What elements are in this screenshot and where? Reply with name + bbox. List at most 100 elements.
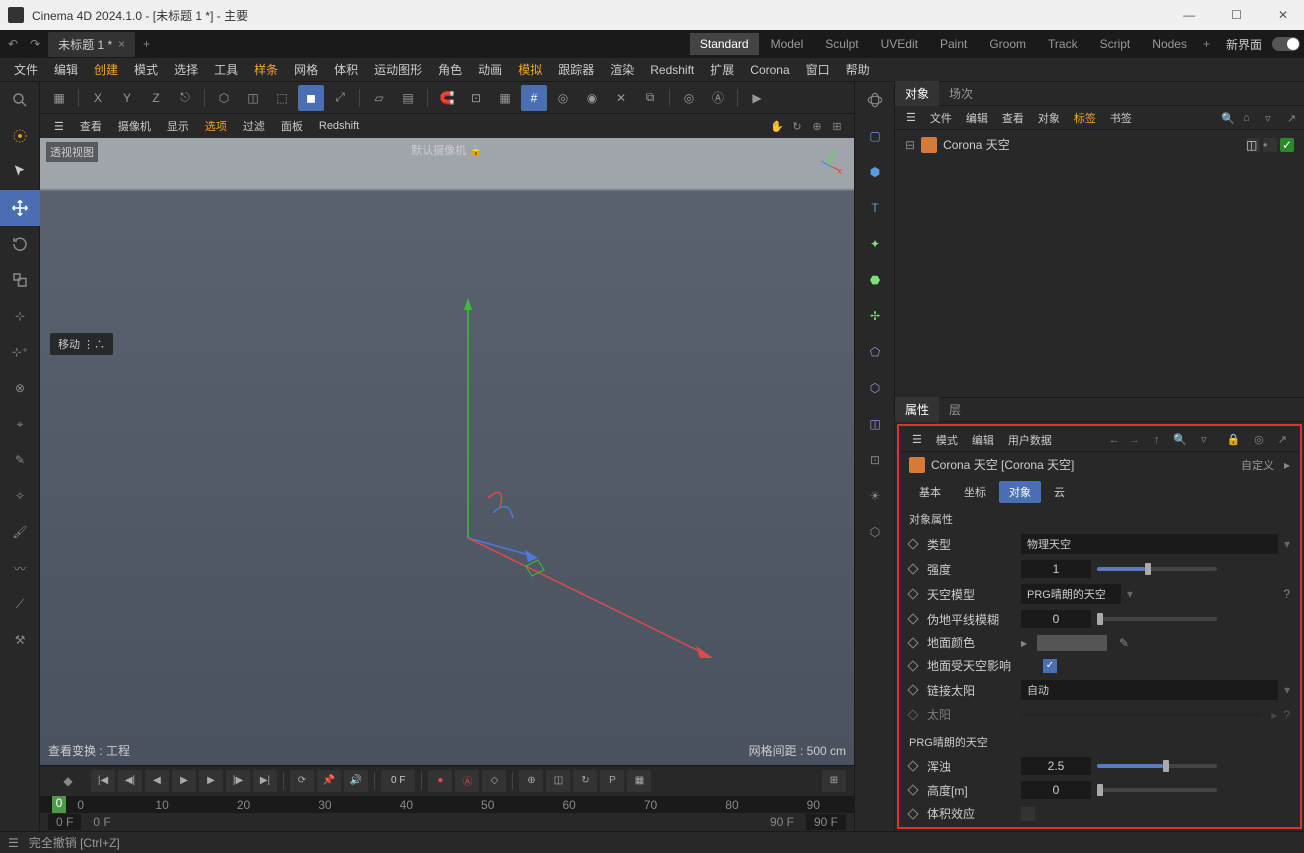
tab-takes[interactable]: 场次: [939, 81, 983, 106]
butterfly-icon[interactable]: ✕: [608, 85, 634, 111]
camera-icon[interactable]: ⊡: [855, 442, 895, 478]
am-edit[interactable]: 编辑: [967, 430, 999, 450]
keyframe-diamond[interactable]: [907, 538, 918, 549]
pla-icon[interactable]: ▦: [627, 770, 651, 792]
newui-toggle[interactable]: [1272, 37, 1300, 51]
intensity-slider[interactable]: [1097, 567, 1217, 571]
param-key-icon[interactable]: P: [600, 770, 624, 792]
search-icon[interactable]: 🔍: [1216, 110, 1232, 126]
model-mode-icon[interactable]: [855, 82, 895, 118]
spline-pen-icon[interactable]: ✎: [0, 442, 40, 478]
hexagon-icon[interactable]: ⬡: [211, 85, 237, 111]
new-icon[interactable]: ◎: [1249, 431, 1269, 448]
search-icon[interactable]: [0, 82, 40, 118]
next-frame-icon[interactable]: ▶: [199, 770, 223, 792]
menu-mesh[interactable]: 网格: [288, 58, 324, 81]
render-settings-icon[interactable]: Ⓐ: [705, 85, 731, 111]
tab-objects[interactable]: 对象: [895, 81, 939, 106]
skymodel-dropdown[interactable]: PRG晴朗的天空: [1021, 584, 1121, 604]
hamburger-icon[interactable]: ☰: [901, 109, 921, 126]
menu-character[interactable]: 角色: [432, 58, 468, 81]
nav-fwd-icon[interactable]: →: [1124, 432, 1145, 448]
layout-standard[interactable]: Standard: [690, 33, 759, 55]
om-objects[interactable]: 对象: [1033, 108, 1065, 128]
vpm-display[interactable]: 显示: [161, 116, 195, 136]
rotate-tool-icon[interactable]: [0, 226, 40, 262]
enable-tag[interactable]: ✓: [1280, 138, 1294, 152]
coord-icon[interactable]: ⌖: [0, 406, 40, 442]
close-icon[interactable]: ×: [118, 37, 125, 51]
menu-render[interactable]: 渲染: [604, 58, 640, 81]
spline-tool-icon[interactable]: ✧: [0, 478, 40, 514]
keyframe-diamond[interactable]: [907, 588, 918, 599]
autokey-icon[interactable]: Ⓐ: [455, 770, 479, 792]
altitude-value[interactable]: 0: [1021, 781, 1091, 799]
range-end[interactable]: 90 F: [806, 814, 846, 830]
layout-uvedit[interactable]: UVEdit: [871, 33, 928, 55]
cube-outline-icon[interactable]: ◫: [240, 85, 266, 111]
ground-sky-checkbox[interactable]: ✓: [1043, 659, 1057, 673]
menu-tracker[interactable]: 跟踪器: [552, 58, 600, 81]
prev-frame-icon[interactable]: ◀: [145, 770, 169, 792]
horizon-value[interactable]: 0: [1021, 610, 1091, 628]
home-icon[interactable]: ⌂: [1238, 110, 1254, 126]
vpm-filter[interactable]: 过滤: [237, 116, 271, 136]
eyedropper-icon[interactable]: ✎: [1119, 636, 1129, 650]
tool2-icon[interactable]: ⊹⁺: [0, 334, 40, 370]
layer-dot[interactable]: •: [1263, 138, 1277, 152]
scale-btn-icon[interactable]: ⤢: [327, 85, 353, 111]
sun-link-field[interactable]: [1021, 713, 1261, 717]
generator-icon[interactable]: ⬣: [855, 262, 895, 298]
sound-icon[interactable]: 🔊: [344, 770, 368, 792]
layout-sculpt[interactable]: Sculpt: [815, 33, 868, 55]
move-tool-icon[interactable]: [0, 190, 40, 226]
menu-volume[interactable]: 体积: [328, 58, 364, 81]
keyframe-diamond[interactable]: [907, 808, 918, 819]
attr-tab-cloud[interactable]: 云: [1044, 481, 1075, 503]
menu-help[interactable]: 帮助: [840, 58, 876, 81]
range-start[interactable]: 0 F: [48, 814, 81, 830]
line-cut-icon[interactable]: ⟋: [0, 586, 40, 622]
altitude-slider[interactable]: [1097, 788, 1217, 792]
tag-icon[interactable]: ⬡: [855, 514, 895, 550]
ground-color-swatch[interactable]: [1037, 635, 1107, 651]
key-icon[interactable]: ◆: [48, 768, 88, 794]
poly-icon2[interactable]: ⬡: [855, 370, 895, 406]
vp-rotate-icon[interactable]: ↻: [788, 117, 806, 135]
menu-simulate[interactable]: 模拟: [512, 58, 548, 81]
light-icon[interactable]: ✦: [855, 226, 895, 262]
cube-wireframe-icon[interactable]: ⬚: [269, 85, 295, 111]
document-tab[interactable]: 未标题 1 * ×: [48, 32, 135, 57]
poly-icon[interactable]: ⬠: [855, 334, 895, 370]
target2-icon[interactable]: ◉: [579, 85, 605, 111]
quantize-icon[interactable]: ⊡: [463, 85, 489, 111]
popout-icon[interactable]: ↗: [1282, 110, 1298, 126]
rect-icon[interactable]: ▢: [855, 118, 895, 154]
hamburger-icon[interactable]: ☰: [907, 431, 927, 448]
om-tags[interactable]: 标签: [1069, 108, 1101, 128]
current-frame-field[interactable]: 0 F: [381, 770, 415, 792]
object-item-corona-sky[interactable]: ⊟ Corona 天空 ◫ • ✓: [901, 134, 1298, 155]
workplane-icon[interactable]: ▱: [366, 85, 392, 111]
keyframe-diamond[interactable]: [907, 660, 918, 671]
marker-icon[interactable]: 📌: [317, 770, 341, 792]
nav-back-icon[interactable]: ←: [1104, 432, 1120, 448]
add-layout-button[interactable]: +: [1199, 33, 1214, 55]
next-key-icon[interactable]: |▶: [226, 770, 250, 792]
layout-track[interactable]: Track: [1038, 33, 1088, 55]
turbidity-slider[interactable]: [1097, 764, 1217, 768]
asset-browser-icon[interactable]: ▦: [46, 85, 72, 111]
search-icon[interactable]: 🔍: [1168, 431, 1192, 448]
link-arrow-icon[interactable]: ▸: [1271, 708, 1277, 722]
axis-z-button[interactable]: Z: [143, 85, 169, 111]
keyframe-diamond[interactable]: [907, 784, 918, 795]
keyframe-diamond[interactable]: [907, 684, 918, 695]
visibility-tag[interactable]: ◫: [1246, 138, 1260, 152]
magnet-icon[interactable]: 🧲: [434, 85, 460, 111]
minimize-button[interactable]: —: [1175, 4, 1203, 26]
scale-tool-icon[interactable]: [0, 262, 40, 298]
tl-end-icon[interactable]: ⊞: [822, 770, 846, 792]
volume-checkbox[interactable]: [1021, 807, 1035, 821]
keyframe-diamond[interactable]: [907, 613, 918, 624]
help-icon[interactable]: ?: [1283, 587, 1290, 601]
